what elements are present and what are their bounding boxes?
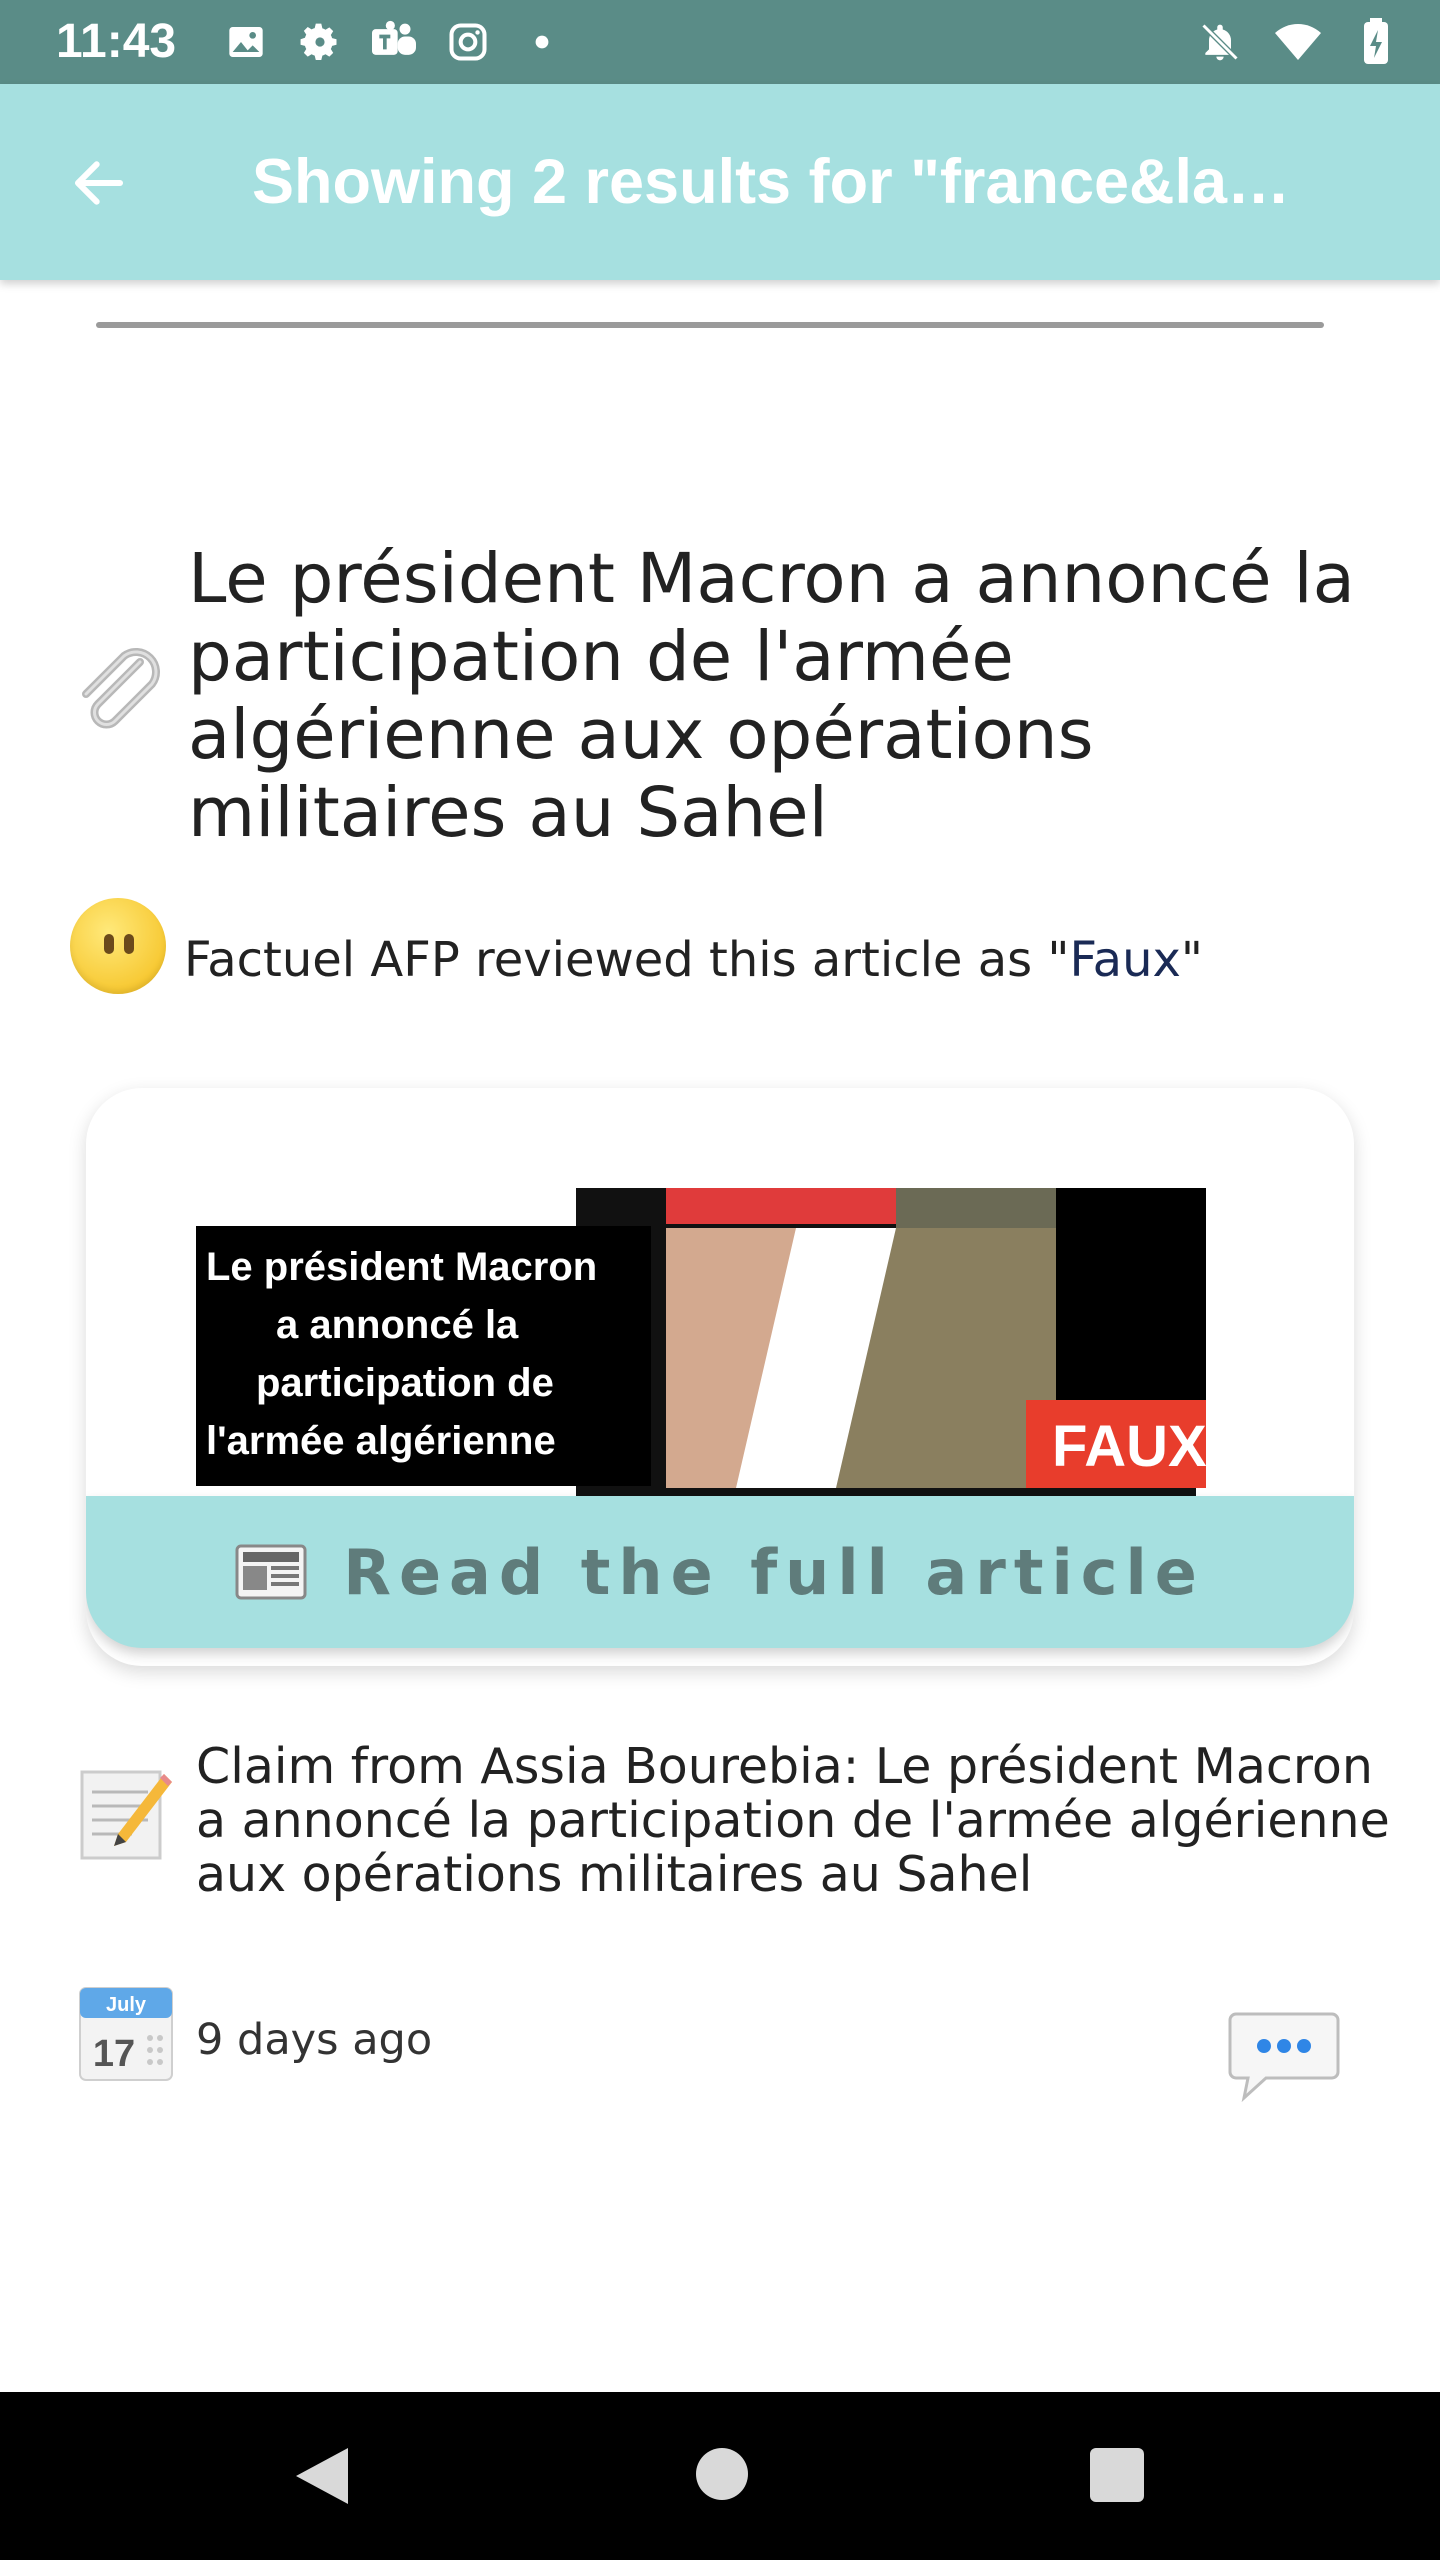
thumbnail-line-2: a annoncé la xyxy=(276,1303,519,1347)
neutral-face-icon xyxy=(70,898,166,994)
page-title: Showing 2 results for "france&la… xyxy=(252,147,1291,217)
review-rating: Faux xyxy=(1069,932,1181,988)
settings-icon xyxy=(296,18,344,66)
review-text: Factuel AFP reviewed this article as "Fa… xyxy=(184,930,1384,990)
nav-back-icon[interactable] xyxy=(286,2440,358,2512)
thumbnail-verdict: FAUX xyxy=(1052,1414,1206,1479)
article-card[interactable]: FAUX Le président Macron a annoncé la pa… xyxy=(86,1088,1354,1666)
wifi-icon xyxy=(1274,18,1322,66)
status-time: 11:43 xyxy=(56,15,177,68)
read-button-label: Read the full article xyxy=(343,1535,1205,1609)
comment-bubble-icon[interactable] xyxy=(1226,2006,1342,2106)
nav-recents-icon[interactable] xyxy=(1090,2448,1144,2502)
back-arrow-icon[interactable] xyxy=(60,144,138,222)
review-prefix: Factuel AFP reviewed this article as " xyxy=(184,932,1070,988)
status-bar: 11:43 xyxy=(0,0,1440,84)
article-headline: Le président Macron a annoncé la partici… xyxy=(188,539,1355,853)
claim-text: Claim from Assia Bourebia: Le président … xyxy=(196,1738,1390,1903)
thumbnail-line-4: l'armée algérienne xyxy=(206,1419,556,1463)
review-suffix: " xyxy=(1180,932,1203,988)
calendar-icon: July 17 xyxy=(78,1986,174,2082)
app-bar: Showing 2 results for "france&la… xyxy=(0,84,1440,280)
paperclip-icon xyxy=(68,640,168,740)
post-date: 9 days ago xyxy=(196,2015,433,2065)
nav-home-icon[interactable] xyxy=(696,2448,748,2500)
battery-charging-icon xyxy=(1352,18,1400,66)
calendar-day: 17 xyxy=(93,2033,135,2075)
bell-off-icon xyxy=(1196,18,1244,66)
dot-icon xyxy=(518,18,566,66)
newspaper-icon xyxy=(235,1544,307,1600)
teams-icon xyxy=(370,18,418,66)
read-full-article-button[interactable]: Read the full article xyxy=(86,1496,1354,1648)
calendar-month: July xyxy=(106,1994,147,2016)
image-icon xyxy=(222,18,270,66)
instagram-icon xyxy=(444,18,492,66)
memo-icon xyxy=(78,1762,174,1862)
thumbnail-line-1: Le président Macron xyxy=(206,1245,597,1289)
thumbnail-line-3: participation de xyxy=(256,1361,554,1405)
divider xyxy=(96,322,1324,328)
